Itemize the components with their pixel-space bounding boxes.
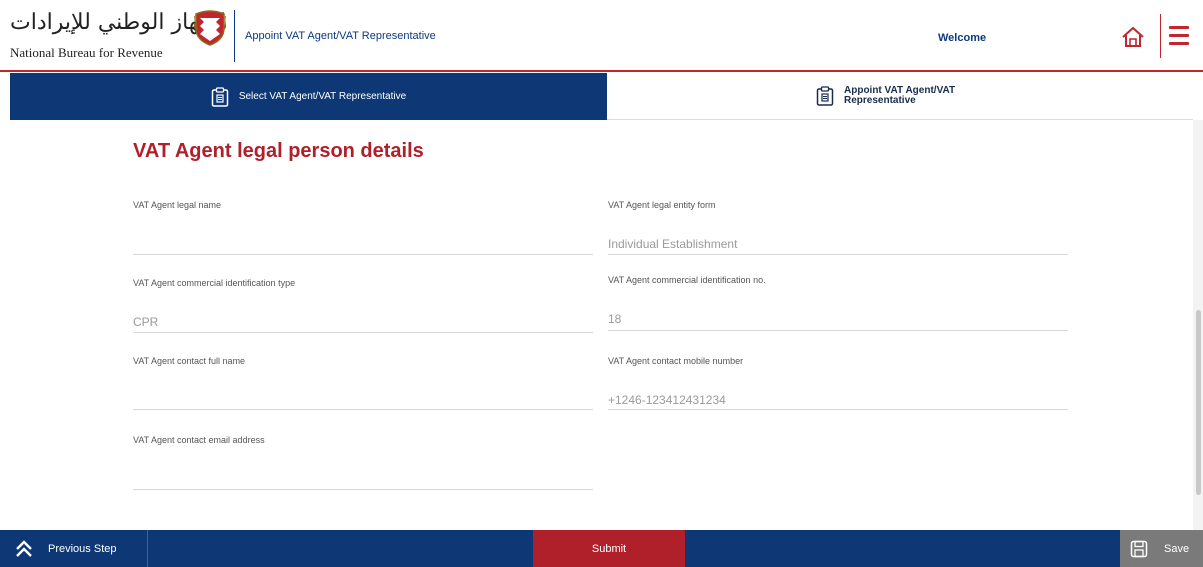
field-label: VAT Agent contact full name <box>133 356 246 366</box>
step-select-agent[interactable]: Select VAT Agent/VAT Representative <box>10 73 607 120</box>
nbr-logo[interactable]: الجهاز الوطني للإيرادات National Bureau … <box>6 8 228 68</box>
page-title: Appoint VAT Agent/VAT Representative <box>245 30 436 42</box>
contact-full-name-field[interactable]: VAT Agent contact full name <box>133 356 593 426</box>
form-panel: VAT Agent legal person details VAT Agent… <box>0 120 1193 530</box>
commercial-id-type-field[interactable]: VAT Agent commercial identification type… <box>133 278 593 348</box>
vertical-scrollbar[interactable] <box>1193 120 1203 530</box>
field-value: Individual Establishment <box>608 237 738 251</box>
field-underline <box>133 489 593 490</box>
previous-step-label: Previous Step <box>48 542 117 555</box>
submit-button[interactable]: Submit <box>533 530 685 567</box>
commercial-id-no-field[interactable]: VAT Agent commercial identification no. … <box>608 275 1068 345</box>
field-value: +1246-123412431234 <box>608 393 726 407</box>
hamburger-menu-icon[interactable] <box>1169 26 1191 46</box>
field-label: VAT Agent commercial identification type <box>133 278 296 288</box>
field-label: VAT Agent legal name <box>133 200 222 210</box>
clipboard-icon <box>816 86 834 106</box>
field-value: 18 <box>608 312 622 326</box>
logo-english-text: National Bureau for Revenue <box>10 45 163 60</box>
app-header: الجهاز الوطني للإيرادات National Bureau … <box>0 0 1203 72</box>
clipboard-icon <box>211 86 229 107</box>
step-label: Select VAT Agent/VAT Representative <box>238 91 407 102</box>
field-label: VAT Agent contact mobile number <box>608 356 744 366</box>
save-label: Save <box>1164 542 1190 555</box>
save-button[interactable]: Save <box>1120 530 1203 567</box>
field-underline <box>608 330 1068 331</box>
home-icon[interactable] <box>1120 24 1146 50</box>
footer-bar: Previous Step Submit Save <box>0 530 1203 567</box>
floppy-disk-icon <box>1130 540 1148 557</box>
wizard-steps: Select VAT Agent/VAT Representative Appo… <box>0 73 1203 120</box>
emblem-icon <box>194 10 226 46</box>
field-underline <box>133 409 593 410</box>
section-title: VAT Agent legal person details <box>133 140 424 162</box>
legal-name-field[interactable]: VAT Agent legal name <box>133 200 593 270</box>
contact-email-field[interactable]: VAT Agent contact email address <box>133 435 593 505</box>
contact-mobile-field[interactable]: VAT Agent contact mobile number +1246-12… <box>608 356 1068 426</box>
scrollbar-thumb[interactable] <box>1196 310 1201 495</box>
field-underline <box>608 409 1068 410</box>
legal-entity-form-field[interactable]: VAT Agent legal entity form Individual E… <box>608 200 1068 270</box>
step-appoint-agent[interactable]: Appoint VAT Agent/VAT Representative <box>607 73 1193 120</box>
header-divider <box>234 10 235 62</box>
field-underline <box>133 332 593 333</box>
field-label: VAT Agent commercial identification no. <box>608 275 766 285</box>
header-vertical-divider <box>1160 14 1161 58</box>
field-underline <box>608 254 1068 255</box>
double-chevron-up-icon <box>16 539 32 557</box>
field-underline <box>133 254 593 255</box>
welcome-text: Welcome <box>938 32 987 44</box>
previous-step-button[interactable]: Previous Step <box>0 530 148 567</box>
field-label: VAT Agent contact email address <box>133 435 265 445</box>
field-label: VAT Agent legal entity form <box>608 200 716 210</box>
field-value: CPR <box>133 315 159 329</box>
step-label: Appoint VAT Agent/VAT Representative <box>844 85 956 106</box>
